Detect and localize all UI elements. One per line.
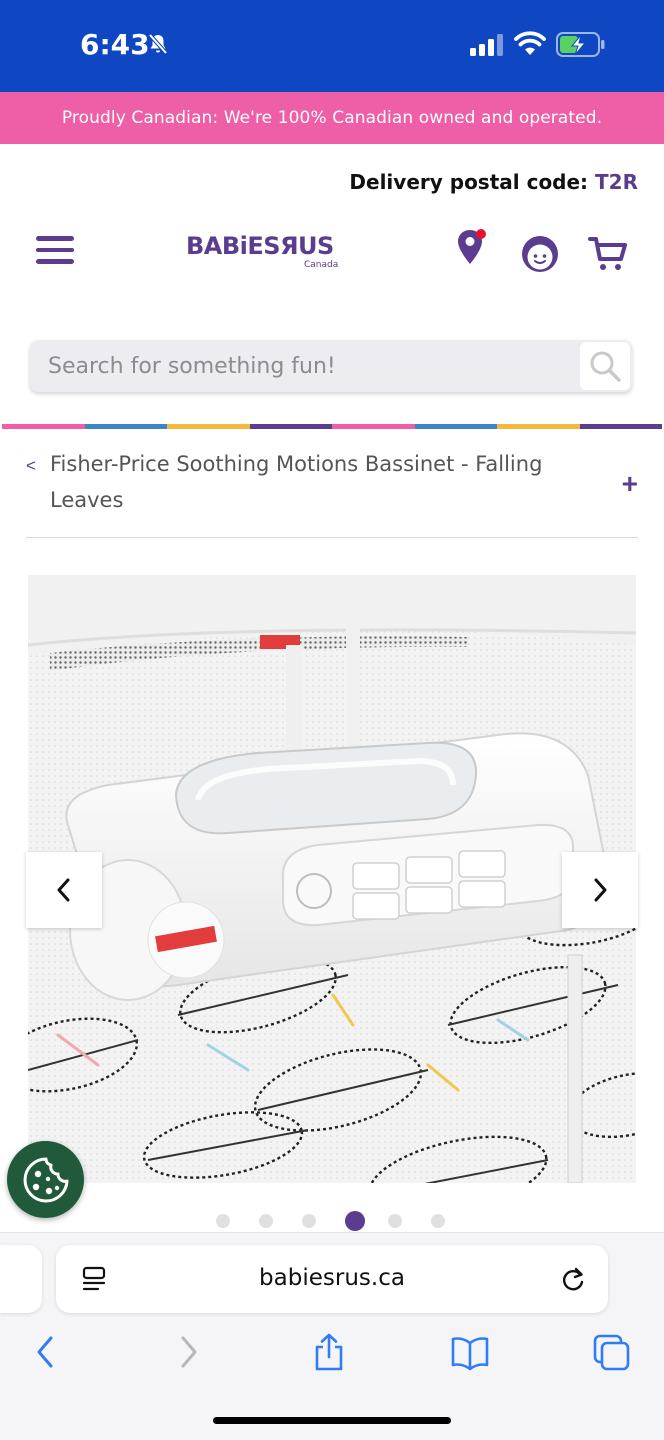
stripe-segment	[249, 424, 332, 429]
logo-text: BABiESЯUS	[186, 232, 334, 260]
search-input[interactable]	[48, 340, 588, 392]
gallery-previous-button[interactable]	[26, 852, 102, 928]
gallery-dot-active[interactable]	[345, 1211, 365, 1231]
promo-text: Proudly Canadian: We're 100% Canadian ow…	[61, 108, 603, 128]
tabs-icon[interactable]	[592, 1332, 632, 1372]
search-button[interactable]	[580, 342, 630, 390]
battery-charging-icon	[556, 32, 605, 57]
breadcrumb: < Fisher-Price Soothing Motions Bassinet…	[26, 446, 638, 538]
stripe-segment	[414, 424, 497, 429]
cookie-preferences-button[interactable]	[7, 1141, 84, 1218]
reload-icon[interactable]	[560, 1265, 586, 1293]
gallery-pagination-dots	[216, 1211, 474, 1231]
babiesrus-logo[interactable]: BABiESЯUS Canada	[184, 228, 344, 276]
cell-signal-icon	[470, 34, 503, 56]
menu-icon-bar	[36, 259, 74, 264]
share-icon[interactable]	[312, 1332, 346, 1372]
postal-code-value: T2R	[595, 170, 638, 194]
delivery-label: Delivery postal code:	[349, 170, 589, 194]
chevron-right-icon	[594, 878, 607, 902]
status-bar: 6:43	[0, 0, 664, 92]
back-arrow-icon[interactable]	[32, 1332, 58, 1372]
gallery-dot[interactable]	[388, 1214, 402, 1228]
stripe-segment	[579, 424, 662, 429]
cookie-icon	[23, 1157, 68, 1202]
bookmarks-icon[interactable]	[450, 1332, 490, 1372]
gallery-dot[interactable]	[431, 1214, 445, 1228]
brand-color-stripe	[2, 424, 662, 429]
product-image	[28, 575, 636, 1183]
gallery-dot[interactable]	[302, 1214, 316, 1228]
breadcrumb-back-link[interactable]: <	[26, 456, 36, 476]
delivery-postal-code[interactable]: Delivery postal code: T2R	[349, 170, 638, 194]
logo-subtext: Canada	[304, 260, 339, 270]
chevron-left-icon	[57, 878, 70, 902]
search-bar	[30, 340, 632, 392]
breadcrumb-product-title: Fisher-Price Soothing Motions Bassinet -…	[50, 452, 543, 512]
menu-icon-bar	[36, 236, 74, 241]
status-time: 6:43	[80, 28, 150, 61]
address-bar[interactable]: babiesrus.ca	[56, 1245, 608, 1313]
breadcrumb-expand-button[interactable]: +	[622, 468, 638, 500]
cart-icon[interactable]	[588, 236, 628, 272]
stripe-segment	[332, 424, 415, 429]
product-image-gallery[interactable]	[28, 575, 636, 1183]
menu-icon-bar	[36, 247, 74, 252]
hamburger-menu-button[interactable]	[36, 236, 76, 270]
forward-arrow-icon[interactable]	[176, 1332, 202, 1372]
url-text: babiesrus.ca	[259, 1265, 405, 1291]
gallery-dot[interactable]	[216, 1214, 230, 1228]
wifi-icon	[514, 31, 546, 55]
stripe-segment	[2, 424, 85, 429]
promo-banner: Proudly Canadian: We're 100% Canadian ow…	[0, 92, 664, 144]
gallery-next-button[interactable]	[562, 852, 638, 928]
account-icon[interactable]	[520, 234, 560, 274]
home-indicator	[213, 1417, 451, 1424]
stripe-segment	[497, 424, 580, 429]
stripe-segment	[167, 424, 250, 429]
stripe-segment	[84, 424, 167, 429]
store-locator-icon[interactable]	[456, 228, 490, 270]
bell-muted-icon	[148, 33, 168, 55]
search-icon	[590, 351, 621, 382]
previous-tab-peek[interactable]	[0, 1245, 42, 1313]
gallery-dot[interactable]	[259, 1214, 273, 1228]
